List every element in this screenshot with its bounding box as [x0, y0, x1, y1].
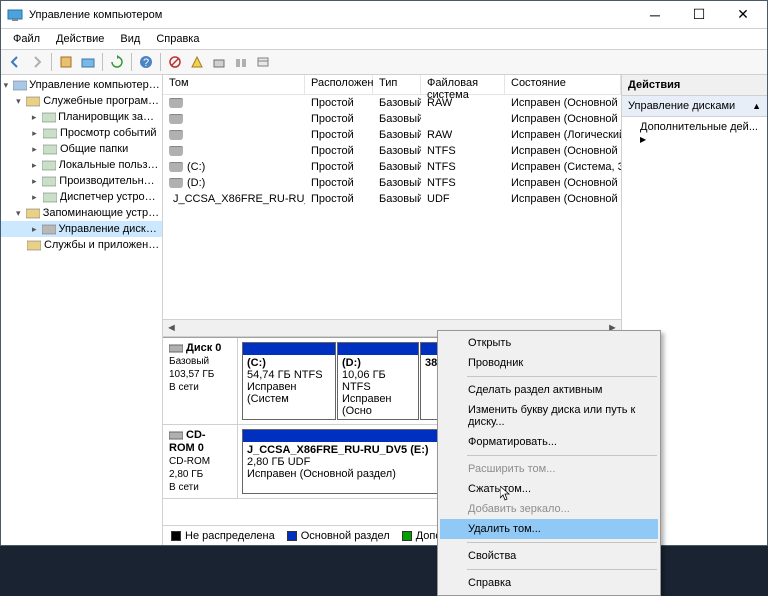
volume-list[interactable]: Том Расположение Тип Файловая система Со… — [163, 75, 621, 337]
context-menu-separator — [467, 542, 657, 543]
tree-item[interactable]: ▸Планировщик задани — [1, 109, 162, 125]
tree-item[interactable]: ▸Производительності — [1, 173, 162, 189]
partition-header — [338, 343, 418, 355]
volume-icon — [169, 130, 183, 140]
app-icon — [7, 7, 23, 23]
volume-row[interactable]: Простой Базовый NTFS Исправен (Основной … — [163, 143, 621, 159]
volume-row[interactable]: Простой Базовый RAW Исправен (Логический… — [163, 127, 621, 143]
actions-header: Действия — [622, 75, 767, 96]
col-type[interactable]: Тип — [373, 75, 421, 94]
context-menu-item[interactable]: Форматировать... — [440, 432, 658, 452]
tree-icon — [26, 94, 42, 108]
menu-help[interactable]: Справка — [148, 31, 207, 47]
context-menu[interactable]: ОткрытьПроводник Сделать раздел активнымИ… — [437, 330, 661, 596]
col-name[interactable]: Том — [163, 75, 305, 94]
toolbar-btn-7[interactable] — [253, 52, 273, 72]
tree-item[interactable]: ▸Общие папки — [1, 141, 162, 157]
tree-group[interactable]: ▾Служебные программы — [1, 93, 162, 109]
tree-icon — [42, 126, 58, 140]
tree-item[interactable]: ▸Диспетчер устройст — [1, 189, 162, 205]
context-menu-item[interactable]: Справка — [440, 573, 658, 593]
toolbar-btn-4[interactable] — [187, 52, 207, 72]
context-menu-item[interactable]: Сжать том... — [440, 479, 658, 499]
tree-icon — [13, 78, 27, 92]
volume-row[interactable]: Простой Базовый Исправен (Основной разд — [163, 111, 621, 127]
context-menu-item: Расширить том... — [440, 459, 658, 479]
menubar: Файл Действие Вид Справка — [1, 29, 767, 49]
partition-header — [243, 343, 335, 355]
tree-group[interactable]: Службы и приложения — [1, 237, 162, 253]
volume-row[interactable]: J_CCSA_X86FRE_RU-RU_DV5 (E:) Простой Баз… — [163, 191, 621, 207]
volume-row[interactable]: Простой Базовый RAW Исправен (Основной р… — [163, 95, 621, 111]
tree-pane[interactable]: ▾Управление компьютером (л▾Служебные про… — [1, 75, 163, 545]
legend-primary: Основной раздел — [301, 530, 390, 542]
actions-subheader[interactable]: Управление дисками ▲ — [622, 96, 767, 117]
tree-item[interactable]: ▸Управление дисками — [1, 221, 162, 237]
actions-more[interactable]: Дополнительные дей... ▶ — [622, 117, 767, 149]
tree-icon — [42, 142, 58, 156]
tree-item[interactable]: ▸Локальные пользова — [1, 157, 162, 173]
context-menu-item[interactable]: Удалить том... — [440, 519, 658, 539]
tree-icon — [25, 206, 40, 220]
minimize-button[interactable]: ─ — [633, 1, 677, 28]
volume-icon — [169, 146, 183, 156]
volume-icon — [169, 114, 183, 124]
context-menu-separator — [467, 376, 657, 377]
close-button[interactable]: ✕ — [721, 1, 765, 28]
volume-row[interactable]: (D:) Простой Базовый NTFS Исправен (Осно… — [163, 175, 621, 191]
context-menu-item[interactable]: Свойства — [440, 546, 658, 566]
volume-icon — [169, 162, 183, 172]
toolbar-btn-6[interactable] — [231, 52, 251, 72]
collapse-icon[interactable]: ▲ — [752, 101, 761, 111]
col-status[interactable]: Состояние — [505, 75, 621, 94]
context-menu-separator — [467, 569, 657, 570]
titlebar[interactable]: Управление компьютером ─ ☐ ✕ — [1, 1, 767, 29]
refresh-button[interactable] — [107, 52, 127, 72]
toolbar-btn-5[interactable] — [209, 52, 229, 72]
toolbar-btn-3[interactable] — [165, 52, 185, 72]
scroll-left-icon[interactable]: ◄ — [163, 320, 180, 336]
col-fs[interactable]: Файловая система — [421, 75, 505, 94]
back-button[interactable] — [5, 52, 25, 72]
partition-header — [243, 430, 437, 442]
context-menu-item[interactable]: Открыть — [440, 333, 658, 353]
volume-list-body[interactable]: Простой Базовый RAW Исправен (Основной р… — [163, 95, 621, 319]
help-button[interactable]: ? — [136, 52, 156, 72]
maximize-button[interactable]: ☐ — [677, 1, 721, 28]
context-menu-item: Добавить зеркало... — [440, 499, 658, 519]
volume-icon — [169, 98, 183, 108]
menu-action[interactable]: Действие — [48, 31, 112, 47]
forward-button[interactable] — [27, 52, 47, 72]
menu-file[interactable]: Файл — [5, 31, 48, 47]
toolbar-btn-2[interactable] — [78, 52, 98, 72]
tree-icon — [42, 174, 58, 188]
disk-info[interactable]: Диск 0Базовый103,57 ГБВ сети — [163, 338, 238, 424]
tree-icon — [42, 190, 58, 204]
col-layout[interactable]: Расположение — [305, 75, 373, 94]
partition-box[interactable]: (C:)54,74 ГБ NTFSИсправен (Систем — [242, 342, 336, 420]
svg-text:?: ? — [143, 57, 149, 69]
volume-row[interactable]: (C:) Простой Базовый NTFS Исправен (Сист… — [163, 159, 621, 175]
toolbar-btn-1[interactable] — [56, 52, 76, 72]
tree-item[interactable]: ▸Просмотр событий — [1, 125, 162, 141]
tree-icon — [41, 158, 56, 172]
partition-box[interactable]: J_CCSA_X86FRE_RU-RU_DV5 (E:)2,80 ГБ UDFИ… — [242, 429, 438, 494]
window-title: Управление компьютером — [29, 9, 633, 21]
context-menu-item[interactable]: Изменить букву диска или путь к диску... — [440, 400, 658, 432]
context-menu-item[interactable]: Сделать раздел активным — [440, 380, 658, 400]
tree-group[interactable]: ▾Запоминающие устройс — [1, 205, 162, 221]
menu-view[interactable]: Вид — [112, 31, 148, 47]
tree-icon — [41, 110, 56, 124]
tree-root[interactable]: ▾Управление компьютером (л — [1, 77, 162, 93]
disk-info[interactable]: CD-ROM 0CD-ROM2,80 ГБВ сети — [163, 425, 238, 498]
tree-icon — [41, 222, 56, 236]
volume-list-header[interactable]: Том Расположение Тип Файловая система Со… — [163, 75, 621, 95]
volume-icon — [169, 178, 183, 188]
toolbar: ? — [1, 49, 767, 75]
legend-unalloc: Не распределена — [185, 530, 275, 542]
partition-box[interactable]: (D:)10,06 ГБ NTFSИсправен (Осно — [337, 342, 419, 420]
tree-icon — [26, 238, 42, 252]
context-menu-separator — [467, 455, 657, 456]
context-menu-item[interactable]: Проводник — [440, 353, 658, 373]
